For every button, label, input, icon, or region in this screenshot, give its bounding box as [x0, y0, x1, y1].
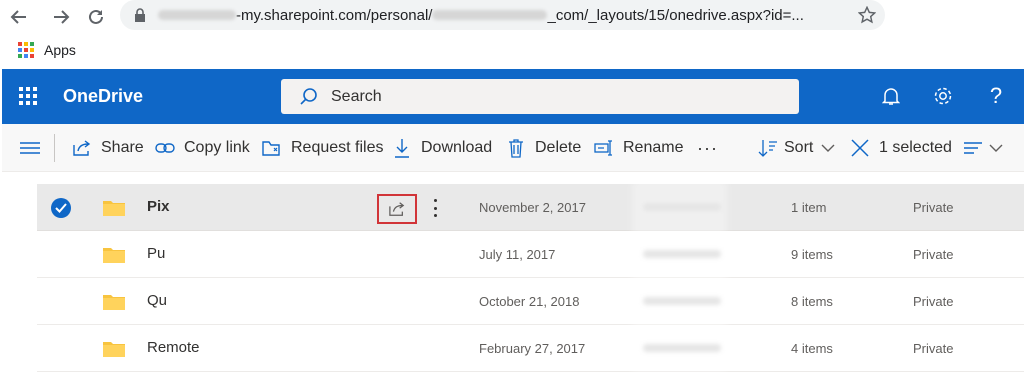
file-name[interactable]: Pu: [147, 245, 165, 262]
file-size: 4 items: [791, 341, 833, 356]
download-button[interactable]: Download: [392, 136, 492, 160]
blurred-url-segment: [158, 10, 236, 20]
sort-icon: [758, 138, 778, 158]
sharing-status: Private: [913, 294, 954, 309]
file-size: 1 item: [791, 200, 827, 215]
clear-selection-button[interactable]: 1 selected: [850, 136, 952, 160]
folder-icon: [103, 342, 125, 357]
reload-icon[interactable]: [83, 4, 109, 30]
delete-button[interactable]: Delete: [506, 136, 581, 160]
navigation-toggle-icon[interactable]: [20, 136, 40, 160]
sort-label: Sort: [784, 139, 814, 156]
apps-bookmark[interactable]: Apps: [44, 42, 76, 58]
suite-header: OneDrive Search ?: [2, 69, 1024, 124]
file-name[interactable]: Pix: [147, 198, 170, 215]
row-share-icon[interactable]: [377, 194, 417, 224]
search-placeholder: Search: [331, 87, 382, 105]
copy-link-button[interactable]: Copy link: [155, 136, 250, 160]
request-files-label: Request files: [291, 139, 384, 156]
blurred-column-overlay: [632, 180, 727, 373]
browser-toolbar: -my.sharepoint.com/personal/ _com/_layou…: [0, 0, 1024, 34]
sharing-status: Private: [913, 200, 954, 215]
address-bar[interactable]: -my.sharepoint.com/personal/ _com/_layou…: [120, 0, 885, 30]
file-size: 9 items: [791, 247, 833, 262]
download-icon: [392, 138, 412, 158]
selected-checkmark-icon[interactable]: [51, 198, 71, 218]
blurred-url-segment: [432, 10, 548, 20]
chevron-down-icon: [989, 144, 1003, 153]
modified-date: July 11, 2017: [479, 247, 556, 262]
command-divider: [54, 134, 55, 162]
bookmark-star-icon[interactable]: [856, 4, 878, 26]
sort-button[interactable]: Sort: [758, 136, 835, 160]
share-icon: [72, 138, 92, 158]
file-row[interactable]: Remote February 27, 2017 4 items Private: [37, 325, 1024, 372]
row-more-actions-icon[interactable]: [432, 198, 438, 218]
sharing-status: Private: [913, 341, 954, 356]
file-row[interactable]: Pu July 11, 2017 9 items Private: [37, 231, 1024, 278]
folder-icon: [103, 295, 125, 310]
file-row[interactable]: Pix November 2, 2017 1 item Private: [37, 184, 1024, 231]
modified-date: February 27, 2017: [479, 341, 586, 356]
share-label: Share: [101, 139, 144, 156]
file-row[interactable]: Qu October 21, 2018 8 items Private: [37, 278, 1024, 325]
chevron-down-icon: [821, 144, 835, 153]
share-button[interactable]: Share: [72, 136, 144, 160]
gear-icon[interactable]: [931, 84, 955, 108]
modified-date: November 2, 2017: [479, 200, 586, 215]
url-text-2: _com/_layouts/15/onedrive.aspx?id=...: [547, 6, 804, 24]
bell-icon[interactable]: [879, 84, 903, 108]
help-icon[interactable]: ?: [984, 83, 1008, 108]
close-icon: [850, 138, 870, 158]
rename-button[interactable]: Rename: [594, 136, 683, 160]
back-arrow-icon[interactable]: [6, 4, 32, 30]
file-size: 8 items: [791, 294, 833, 309]
sharing-status: Private: [913, 247, 954, 262]
url-text-1: -my.sharepoint.com/personal/: [236, 6, 433, 24]
folder-icon: [103, 248, 125, 263]
request-files-icon: [262, 138, 282, 158]
trash-icon: [506, 138, 526, 158]
forward-arrow-icon[interactable]: [48, 4, 74, 30]
lock-icon: [134, 8, 148, 22]
request-files-button[interactable]: Request files: [262, 136, 384, 160]
search-box[interactable]: Search: [281, 79, 799, 114]
command-bar: Share Copy link Request files Download D…: [2, 124, 1024, 172]
apps-grid-icon[interactable]: [18, 42, 34, 58]
rename-icon: [594, 138, 614, 158]
search-icon: [299, 87, 319, 107]
folder-icon: [103, 201, 125, 216]
delete-label: Delete: [535, 139, 582, 156]
file-name[interactable]: Qu: [147, 292, 167, 309]
app-launcher-icon[interactable]: [19, 87, 37, 105]
view-options-button[interactable]: [963, 136, 1003, 160]
link-icon: [155, 138, 175, 158]
more-commands-button[interactable]: ···: [697, 136, 718, 160]
file-name[interactable]: Remote: [147, 339, 200, 356]
copy-link-label: Copy link: [184, 139, 250, 156]
selected-count: 1 selected: [879, 139, 952, 156]
app-title[interactable]: OneDrive: [63, 86, 143, 107]
bookmarks-bar: Apps: [0, 34, 1024, 66]
download-label: Download: [421, 139, 493, 156]
rename-label: Rename: [623, 139, 684, 156]
view-options-icon: [963, 138, 983, 158]
modified-date: October 21, 2018: [479, 294, 580, 309]
